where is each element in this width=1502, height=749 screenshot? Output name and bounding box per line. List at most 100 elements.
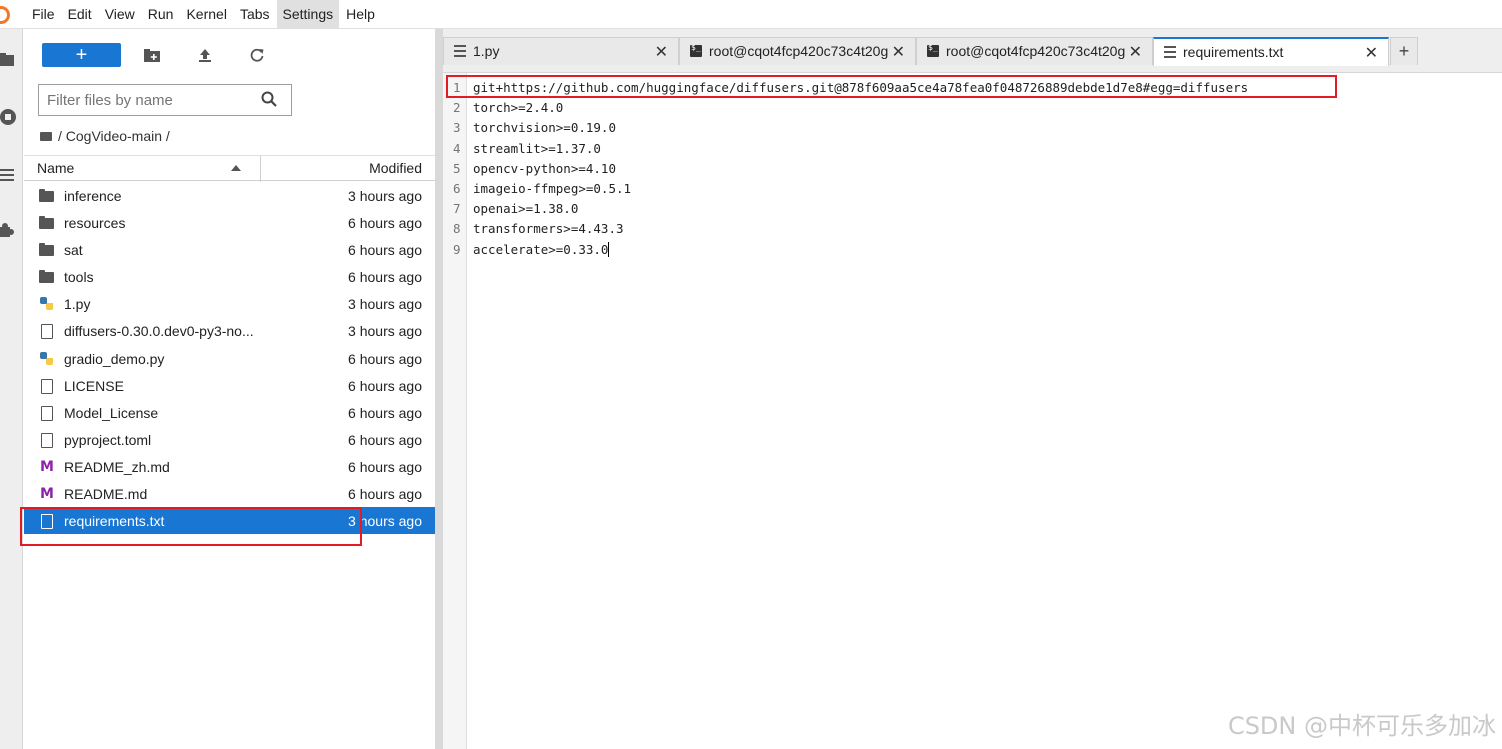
file-row[interactable]: gradio_demo.py 6 hours ago	[24, 345, 435, 372]
code-line: 3 torchvision>=0.19.0	[443, 116, 1502, 136]
menu-kernel[interactable]: Kernel	[180, 0, 232, 29]
line-number: 4	[453, 140, 461, 156]
panel-splitter[interactable]	[435, 29, 443, 749]
name-column-header[interactable]: Name	[37, 160, 74, 176]
sort-ascending-icon[interactable]	[231, 165, 241, 171]
code-line: 2 torch>=2.4.0	[443, 96, 1502, 116]
text-file-icon	[1164, 46, 1176, 58]
close-icon[interactable]: ✕	[892, 42, 905, 62]
menu-settings[interactable]: Settings	[276, 0, 340, 29]
file-modified: 6 hours ago	[348, 377, 422, 394]
modified-column-header[interactable]: Modified	[369, 160, 422, 176]
new-launcher-button[interactable]: +	[42, 43, 121, 67]
file-row[interactable]: 1.py 3 hours ago	[24, 290, 435, 317]
home-folder-icon[interactable]	[40, 131, 52, 141]
tab-4[interactable]: requirements.txt ✕	[1153, 37, 1389, 66]
refresh-icon[interactable]	[245, 43, 269, 67]
file-row[interactable]: M README_zh.md 6 hours ago	[24, 453, 435, 480]
running-kernels-icon[interactable]	[0, 108, 18, 126]
code-line: 6 imageio-ffmpeg>=0.5.1	[443, 177, 1502, 197]
file-modified: 6 hours ago	[348, 404, 422, 421]
breadcrumb-path[interactable]: / CogVideo-main /	[58, 128, 170, 144]
close-icon[interactable]: ✕	[1365, 43, 1378, 63]
python-icon	[39, 296, 55, 312]
tab-label: requirements.txt	[1183, 44, 1284, 60]
menu-edit[interactable]: Edit	[62, 0, 98, 29]
file-name: README_zh.md	[64, 458, 170, 475]
file-row[interactable]: sat 6 hours ago	[24, 236, 435, 263]
new-folder-icon[interactable]	[140, 43, 164, 67]
upload-icon[interactable]	[193, 43, 217, 67]
column-divider[interactable]	[260, 156, 261, 182]
file-list: inference 3 hours ago resources 6 hours ago…	[24, 182, 435, 535]
extensions-icon[interactable]	[0, 223, 18, 241]
menu-bar: File Edit View Run Kernel Tabs Settings Help	[0, 0, 1502, 29]
file-modified: 3 hours ago	[348, 323, 422, 340]
file-row[interactable]: LICENSE 6 hours ago	[24, 372, 435, 399]
menu-help[interactable]: Help	[340, 0, 381, 29]
file-modified: 3 hours ago	[348, 513, 422, 530]
table-of-contents-icon[interactable]	[0, 166, 18, 184]
file-row[interactable]: inference 3 hours ago	[24, 182, 435, 209]
close-icon[interactable]: ✕	[1129, 42, 1142, 62]
line-number: 3	[453, 120, 461, 136]
file-name: README.md	[64, 486, 148, 503]
code-text: torchvision>=0.19.0	[473, 120, 616, 136]
search-icon	[261, 91, 277, 107]
file-modified: 3 hours ago	[348, 188, 422, 204]
tab-label: root@cqot4fcp420c73c4t20g	[946, 43, 1126, 59]
file-modified: 6 hours ago	[348, 269, 422, 286]
file-name: tools	[64, 269, 94, 286]
file-row[interactable]: pyproject.toml 6 hours ago	[24, 426, 435, 453]
file-modified: 6 hours ago	[348, 215, 422, 232]
file-modified: 6 hours ago	[348, 242, 422, 259]
code-text: openai>=1.38.0	[473, 201, 579, 217]
add-tab-button[interactable]: +	[1390, 37, 1418, 65]
line-number: 9	[453, 241, 461, 257]
menu-run[interactable]: Run	[142, 0, 180, 29]
tab-2[interactable]: root@cqot4fcp420c73c4t20g✕	[679, 37, 916, 65]
file-modified: 3 hours ago	[348, 296, 422, 313]
jupyter-logo-icon	[0, 0, 22, 29]
menu-view[interactable]: View	[99, 0, 141, 29]
file-name: 1.py	[64, 296, 91, 313]
file-row[interactable]: resources 6 hours ago	[24, 209, 435, 236]
text-editor[interactable]: 1 git+https://github.com/huggingface/diff…	[443, 73, 1502, 749]
folder-icon[interactable]	[0, 51, 18, 69]
breadcrumb[interactable]: / CogVideo-main /	[40, 126, 170, 146]
file-icon	[39, 432, 55, 448]
menu-file[interactable]: File	[26, 0, 61, 29]
file-modified: 6 hours ago	[348, 350, 422, 367]
close-icon[interactable]: ✕	[655, 42, 668, 62]
terminal-icon	[927, 43, 939, 57]
code-text: streamlit>=1.37.0	[473, 140, 601, 156]
code-text: imageio-ffmpeg>=0.5.1	[473, 181, 632, 196]
file-row[interactable]: tools 6 hours ago	[24, 263, 435, 290]
code-line: 5 opencv-python>=4.10	[443, 157, 1502, 177]
file-name: resources	[64, 215, 126, 232]
tab-label: root@cqot4fcp420c73c4t20g	[709, 43, 889, 59]
file-modified: 6 hours ago	[348, 486, 422, 503]
code-line: 7 openai>=1.38.0	[443, 197, 1502, 217]
code-text: opencv-python>=4.10	[473, 160, 616, 176]
filter-files-field[interactable]	[38, 84, 292, 116]
tab-3[interactable]: root@cqot4fcp420c73c4t20g✕	[916, 37, 1153, 65]
file-row[interactable]: M README.md 6 hours ago	[24, 480, 435, 507]
tab-1[interactable]: 1.py ✕	[443, 37, 679, 65]
watermark-text: CSDN @中杯可乐多加冰	[1227, 712, 1496, 740]
file-row[interactable]: requirements.txt 3 hours ago	[24, 507, 435, 535]
file-row[interactable]: diffusers-0.30.0.dev0-py3-no... 3 hours a…	[24, 317, 435, 344]
file-modified: 6 hours ago	[348, 431, 422, 448]
activity-bar	[0, 29, 23, 749]
menu-tabs[interactable]: Tabs	[234, 0, 276, 29]
tab-label: 1.py	[473, 43, 500, 59]
line-number: 5	[453, 160, 461, 176]
tab-bar: 1.py✕root@cqot4fcp420c73c4t20g✕root@cqot…	[443, 29, 1502, 73]
filter-input[interactable]	[47, 91, 257, 109]
code-line: 4 streamlit>=1.37.0	[443, 137, 1502, 157]
markdown-icon: M	[40, 486, 54, 503]
file-name: diffusers-0.30.0.dev0-py3-no...	[64, 323, 254, 340]
file-name: LICENSE	[64, 377, 124, 394]
folder-icon	[39, 269, 55, 285]
file-row[interactable]: Model_License 6 hours ago	[24, 399, 435, 426]
